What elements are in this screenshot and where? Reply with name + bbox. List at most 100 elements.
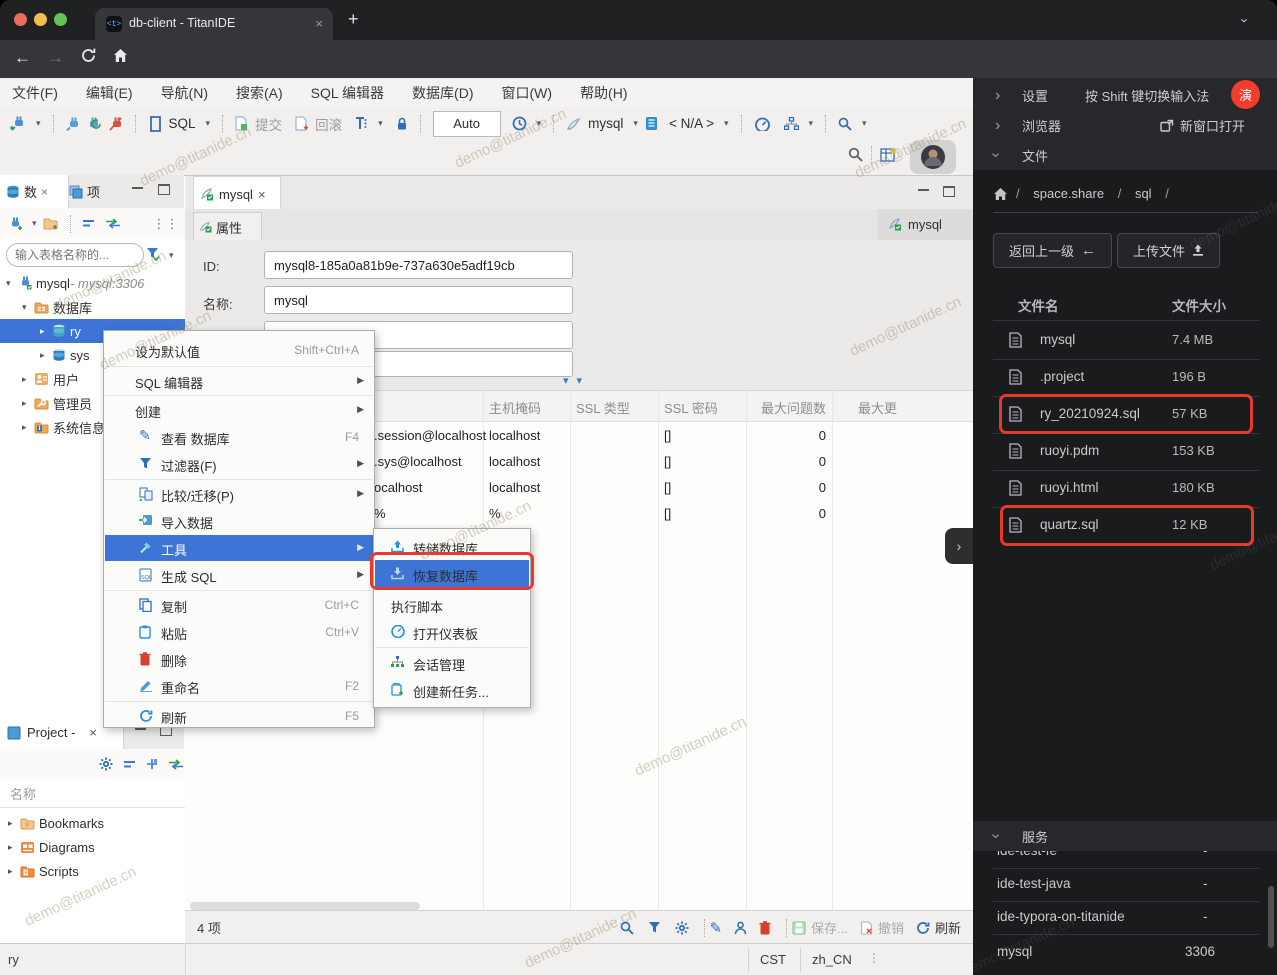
project-link-icon[interactable] xyxy=(168,758,184,770)
tasks-icon[interactable] xyxy=(783,117,799,130)
grid-header-maxq[interactable]: 最大问题数 xyxy=(752,398,826,417)
editor-tab-close-icon[interactable]: × xyxy=(258,187,266,202)
file-row-ruoyi-html[interactable]: ruoyi.html 180 KB xyxy=(993,470,1259,507)
menu-database[interactable]: 数据库(D) xyxy=(412,83,473,103)
menu-navigate[interactable]: 导航(N) xyxy=(161,83,208,103)
tree-node-connection[interactable]: ▾ mysql - mysql:3306 xyxy=(6,271,184,295)
tab-projects[interactable]: 项 xyxy=(63,175,127,208)
pen-icon[interactable] xyxy=(566,117,581,131)
menu-item-compare[interactable]: 比较/迁移(P) ▶ xyxy=(105,481,373,507)
back-parent-button[interactable]: 返回上一级 ← xyxy=(993,233,1112,268)
submenu-item-dashboard[interactable]: 打开仪表板 xyxy=(375,618,529,645)
sidebar-collapse-handle[interactable]: › xyxy=(945,528,973,564)
menu-edit[interactable]: 编辑(E) xyxy=(86,83,133,103)
grid-user-icon[interactable] xyxy=(734,921,747,935)
ime-badge[interactable]: 演 xyxy=(1231,80,1260,109)
subtab-properties[interactable]: 属性 xyxy=(193,212,262,241)
browser-label[interactable]: 浏览器 xyxy=(1022,116,1061,135)
grid-refresh-icon[interactable] xyxy=(916,921,930,935)
project-node-diagrams[interactable]: ▸ Diagrams xyxy=(8,835,178,859)
grid-header-hostmask[interactable]: 主机掩码 xyxy=(489,398,541,417)
lock-blue-icon[interactable] xyxy=(396,117,408,131)
navigator-maximize-icon[interactable] xyxy=(158,184,170,195)
menu-help[interactable]: 帮助(H) xyxy=(580,83,627,103)
field-name-input[interactable]: mysql xyxy=(264,286,573,314)
back-icon[interactable]: ← xyxy=(14,48,31,68)
sql-editor-icon[interactable] xyxy=(148,115,162,132)
settings-chevron-icon[interactable]: › xyxy=(995,87,1000,105)
new-table-icon[interactable] xyxy=(880,146,898,163)
sidebar-scrollbar[interactable] xyxy=(1268,886,1274,948)
forward-icon[interactable]: → xyxy=(47,48,64,68)
project-node-scripts[interactable]: ▸ Scripts xyxy=(8,859,178,883)
grid-header-ssltype[interactable]: SSL 类型 xyxy=(576,398,630,417)
new-tab-button[interactable]: + xyxy=(348,9,359,30)
file-row-ry-sql[interactable]: ry_20210924.sql 57 KB xyxy=(993,396,1259,433)
submenu-item-dump[interactable]: 转储数据库 xyxy=(375,533,529,560)
undo-label[interactable]: 撤销 xyxy=(878,918,904,937)
file-row-mysql[interactable]: mysql 7.4 MB xyxy=(993,322,1259,359)
submenu-item-sessions[interactable]: 会话管理 xyxy=(375,649,529,676)
editor-tab-mysql[interactable]: mysql × xyxy=(193,176,281,211)
menu-sql-editor[interactable]: SQL 编辑器 xyxy=(311,83,384,103)
editor-corner-db[interactable]: mysql xyxy=(878,209,983,240)
sql-label[interactable]: SQL xyxy=(169,116,196,131)
tasks-caret[interactable]: ▾ xyxy=(809,118,814,129)
tab-close-icon[interactable]: × xyxy=(315,16,323,31)
reconnect-icon[interactable] xyxy=(87,117,102,131)
table-filter-input[interactable] xyxy=(6,243,144,267)
browser-chevron-icon[interactable]: › xyxy=(995,117,1000,135)
menu-item-sql-editor[interactable]: SQL 编辑器 ▶ xyxy=(105,368,373,394)
nav-more-kebab-icon[interactable]: ⋮⋮ xyxy=(153,216,179,232)
menu-item-filter[interactable]: 过滤器(F) ▶ xyxy=(105,451,373,477)
user-avatar[interactable] xyxy=(910,140,956,174)
breadcrumb-home-icon[interactable] xyxy=(993,187,1008,201)
nav-new-connection-caret[interactable]: ▾ xyxy=(32,218,37,229)
project-collapse-icon[interactable] xyxy=(123,760,136,769)
quick-search-icon[interactable] xyxy=(848,147,863,162)
tab-database-navigator[interactable]: 数 × xyxy=(0,175,69,208)
home-icon[interactable] xyxy=(112,48,129,69)
menu-item-copy[interactable]: 复制 Ctrl+C xyxy=(105,592,373,618)
services-header[interactable]: › 服务 xyxy=(973,821,1277,851)
auto-commit-select[interactable]: Auto xyxy=(432,110,501,137)
field-id-input[interactable]: mysql8-185a0a81b9e-737a630e5adf19cb xyxy=(264,251,573,279)
history-clock-icon[interactable] xyxy=(512,116,527,131)
grid-search-icon[interactable] xyxy=(620,921,634,935)
editor-minimize-icon[interactable] xyxy=(918,189,929,191)
tab-search-chevron-icon[interactable]: › xyxy=(1238,18,1253,22)
new-connection-caret[interactable]: ▾ xyxy=(36,118,41,129)
menu-item-set-default[interactable]: 设为默认值 Shift+Ctrl+A xyxy=(105,337,373,363)
dashboard-gauge-icon[interactable] xyxy=(754,117,771,131)
collapse-all-icon[interactable] xyxy=(82,219,95,228)
service-mysql[interactable]: mysql xyxy=(997,944,1032,959)
link-editor-icon[interactable] xyxy=(105,218,121,229)
upload-file-button[interactable]: 上传文件 xyxy=(1117,233,1220,268)
menu-item-refresh[interactable]: 刷新 F5 xyxy=(105,703,373,729)
commit-label[interactable]: 提交 xyxy=(255,114,282,134)
db-doc-icon[interactable] xyxy=(645,116,658,131)
filter-caret[interactable]: ▾ xyxy=(169,250,174,261)
menu-item-view-db[interactable]: ✎ 查看 数据库 F4 xyxy=(105,424,373,450)
sql-caret[interactable]: ▾ xyxy=(206,118,211,129)
menu-item-tools[interactable]: 工具 ▶ xyxy=(105,535,373,561)
history-caret[interactable]: ▾ xyxy=(537,118,542,129)
save-label[interactable]: 保存... xyxy=(811,918,848,937)
menu-item-create[interactable]: 创建 ▶ xyxy=(105,397,373,423)
grid-edit-pencil-icon[interactable]: ✎ xyxy=(710,919,723,937)
menu-item-gen-sql[interactable]: SQL 生成 SQL ▶ xyxy=(105,562,373,588)
navigator-minimize-icon[interactable] xyxy=(132,187,143,189)
service-ide-test-java[interactable]: ide-test-java xyxy=(997,876,1071,891)
menu-search[interactable]: 搜索(A) xyxy=(236,83,283,103)
schema-label[interactable]: < N/A > xyxy=(669,116,714,131)
service-ide-typora[interactable]: ide-typora-on-titanide xyxy=(997,909,1125,924)
submenu-item-restore[interactable]: 恢复数据库 xyxy=(375,560,529,587)
tab-project-close-icon[interactable]: × xyxy=(89,725,97,740)
new-window-icon[interactable] xyxy=(1160,119,1174,132)
settings-label[interactable]: 设置 xyxy=(1022,86,1048,105)
grid-filter-icon[interactable] xyxy=(648,921,661,934)
close-traffic-light[interactable] xyxy=(14,13,27,26)
menu-file[interactable]: 文件(F) xyxy=(12,83,58,103)
search-caret[interactable]: ▾ xyxy=(862,118,867,129)
file-row-quartz-sql[interactable]: quartz.sql 12 KB xyxy=(993,507,1259,544)
